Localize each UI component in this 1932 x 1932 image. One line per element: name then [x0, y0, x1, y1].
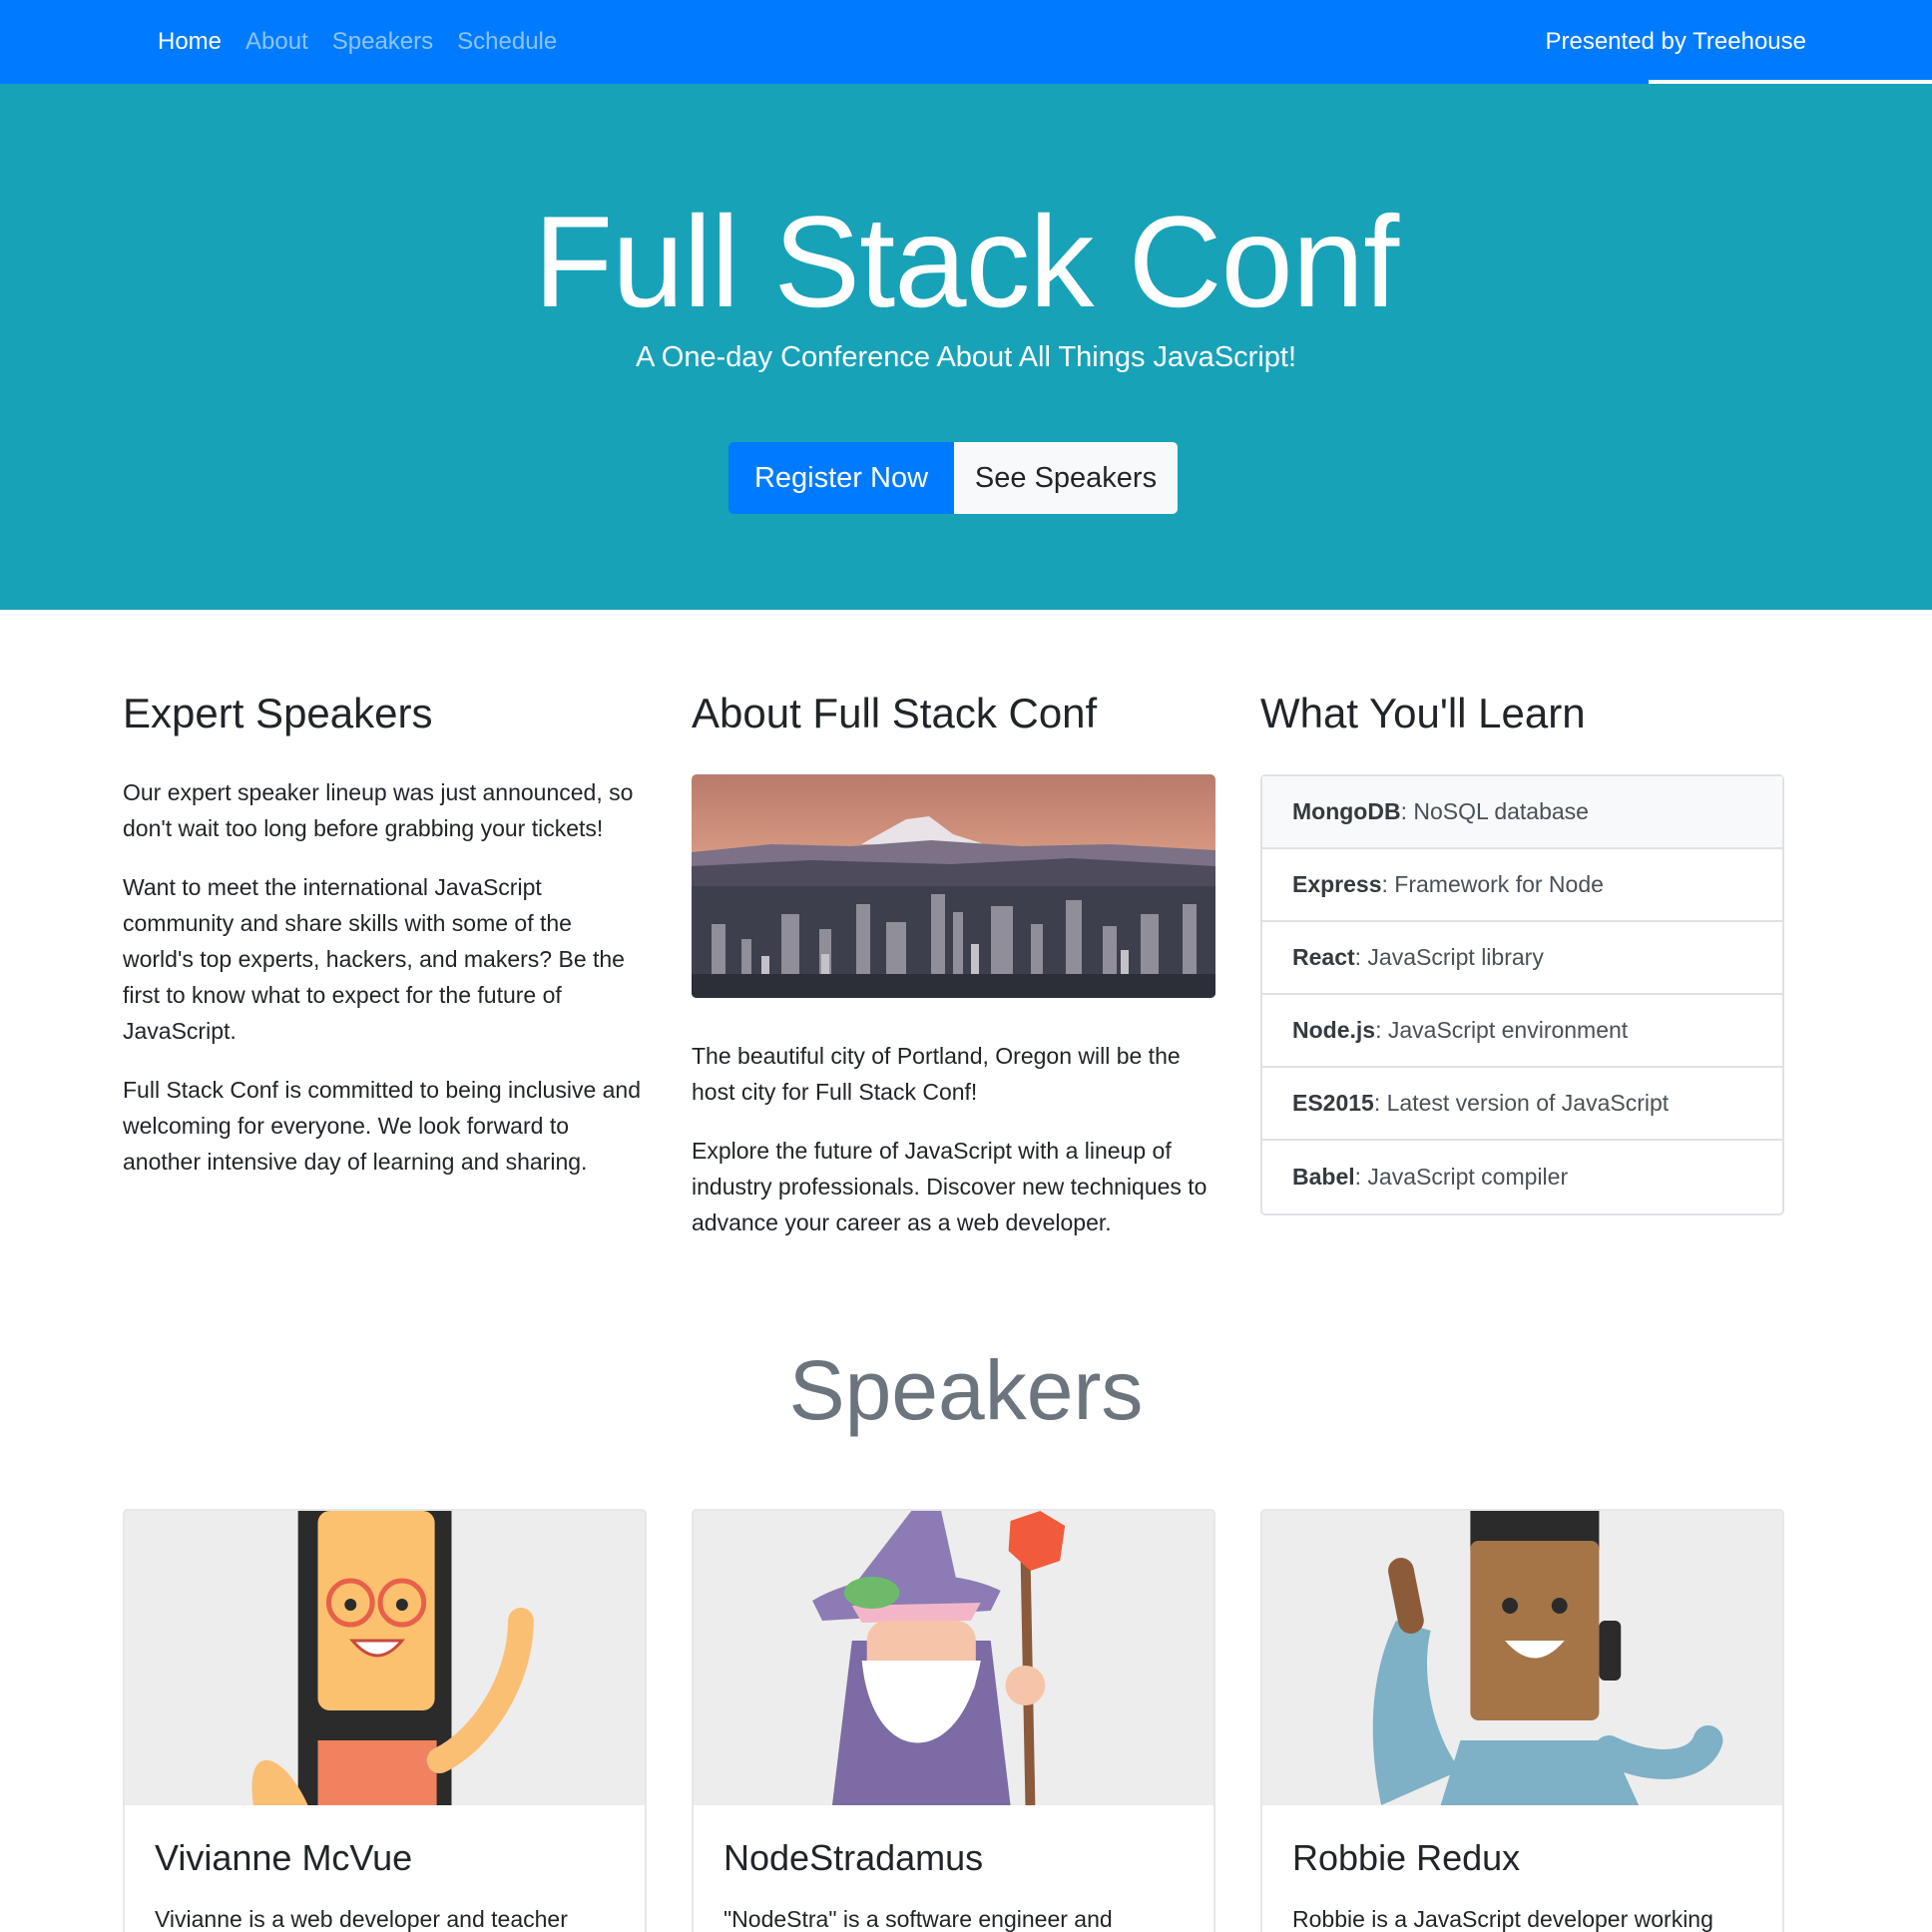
hero-subtitle: A One-day Conference About All Things Ja…: [635, 341, 1296, 373]
learn-item-name: React: [1292, 944, 1355, 971]
expert-speakers-heading: Expert Speakers: [123, 690, 433, 736]
expert-paragraph-3: Full Stack Conf is committed to being in…: [123, 1077, 642, 1176]
learn-list: MongoDB: NoSQL database Express: Framewo…: [1260, 774, 1784, 1216]
nav-links: Home About Speakers Schedule: [158, 0, 557, 84]
learn-item-desc: : NoSQL database: [1400, 798, 1589, 825]
expert-paragraph-1: Our expert speaker lineup was just annou…: [123, 779, 634, 842]
learn-item-mongodb: MongoDB: NoSQL database: [1262, 776, 1782, 850]
speaker-name: NodeStradamus: [724, 1837, 984, 1878]
portland-city-image: [692, 774, 1215, 999]
learn-item-nodejs: Node.js: JavaScript environment: [1262, 995, 1782, 1069]
robbie-avatar-illustration: [1262, 1511, 1782, 1805]
learn-item-name: Express: [1292, 871, 1382, 898]
learn-item-name: MongoDB: [1292, 798, 1401, 825]
learn-item-babel: Babel: JavaScript compiler: [1262, 1141, 1782, 1213]
learn-item-express: Express: Framework for Node: [1262, 849, 1782, 923]
hero-buttons: Register Now See Speakers: [728, 442, 1178, 514]
speaker-name: Robbie Redux: [1292, 1837, 1521, 1878]
speaker-name: Vivianne McVue: [155, 1837, 413, 1878]
learn-heading: What You'll Learn: [1260, 690, 1586, 736]
nav-link-schedule[interactable]: Schedule: [457, 28, 557, 56]
learn-item-desc: : JavaScript library: [1354, 944, 1544, 971]
about-column: About Full Stack Conf The beautiful city…: [692, 689, 1215, 1263]
learn-column: What You'll Learn MongoDB: NoSQL databas…: [1260, 689, 1784, 1216]
speaker-bio: Robbie is a JavaScript developer working: [1292, 1906, 1713, 1932]
presented-by-text[interactable]: Presented by Treehouse: [1545, 0, 1806, 84]
learn-item-name: ES2015: [1292, 1090, 1374, 1117]
speaker-bio: Vivianne is a web developer and teacher: [155, 1906, 568, 1932]
speaker-card-nodestradamus: NodeStradamus "NodeStra" is a software e…: [692, 1509, 1215, 1932]
speakers-heading: Speakers: [788, 1343, 1144, 1437]
learn-item-name: Node.js: [1292, 1017, 1376, 1044]
speaker-bio: "NodeStra" is a software engineer and: [724, 1906, 1113, 1932]
hero-section: Full Stack Conf A One-day Conference Abo…: [0, 84, 1932, 610]
nav-link-speakers[interactable]: Speakers: [332, 28, 433, 56]
about-paragraph-2: Explore the future of JavaScript with a …: [692, 1138, 1208, 1236]
learn-item-desc: : Latest version of JavaScript: [1373, 1090, 1670, 1117]
navbar: Home About Speakers Schedule Presented b…: [0, 0, 1932, 84]
learn-item-es2015: ES2015: Latest version of JavaScript: [1262, 1068, 1782, 1142]
about-paragraph-1: The beautiful city of Portland, Oregon w…: [692, 1043, 1181, 1106]
nodestradamus-avatar-illustration: [694, 1511, 1213, 1805]
about-heading: About Full Stack Conf: [692, 690, 1098, 736]
learn-item-desc: : JavaScript compiler: [1354, 1164, 1569, 1191]
learn-item-desc: : Framework for Node: [1381, 871, 1604, 898]
learn-item-desc: : JavaScript environment: [1375, 1017, 1629, 1044]
expert-speakers-column: Expert Speakers Our expert speaker lineu…: [123, 689, 647, 1203]
hero-title: Full Stack Conf: [533, 189, 1399, 334]
speaker-card-vivianne: Vivianne McVue Vivianne is a web develop…: [123, 1509, 647, 1932]
vivianne-avatar-illustration: [125, 1511, 645, 1805]
learn-item-name: Babel: [1292, 1164, 1355, 1191]
expert-paragraph-2: Want to meet the international JavaScrip…: [123, 874, 625, 1045]
learn-item-react: React: JavaScript library: [1262, 922, 1782, 996]
nav-link-about[interactable]: About: [245, 28, 308, 56]
nav-link-home[interactable]: Home: [158, 28, 222, 56]
see-speakers-button[interactable]: See Speakers: [954, 442, 1178, 514]
speaker-card-robbie: Robbie Redux Robbie is a JavaScript deve…: [1260, 1509, 1784, 1932]
register-now-button[interactable]: Register Now: [728, 442, 954, 514]
